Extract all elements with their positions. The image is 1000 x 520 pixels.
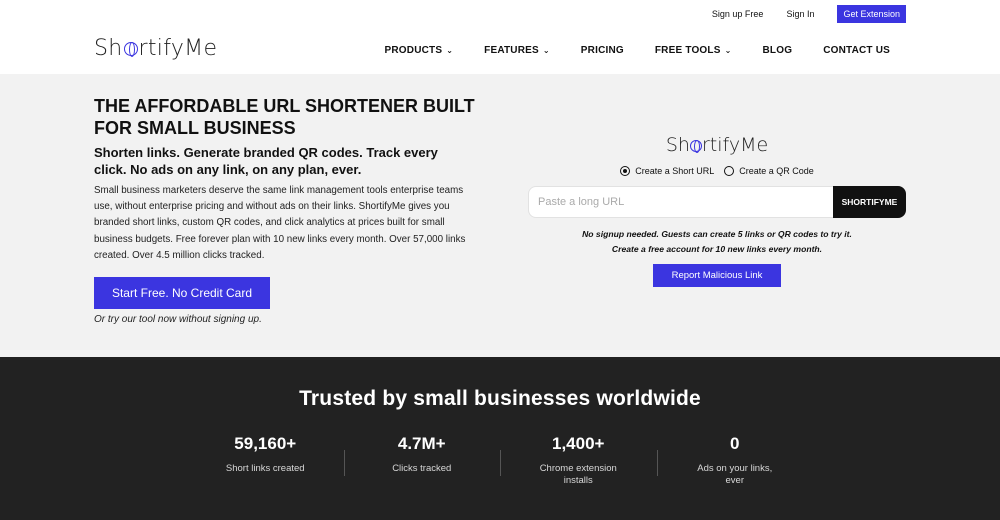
start-free-button[interactable]: Start Free. No Credit Card	[94, 277, 270, 309]
stat-item: 0 Ads on your links, ever	[656, 434, 814, 487]
radio-selected-icon	[620, 166, 631, 176]
nav-item-free-tools[interactable]: FREE TOOLS ⌄	[655, 45, 732, 56]
stat-item: 4.7M+ Clicks tracked	[343, 434, 501, 487]
stat-value: 0	[730, 434, 740, 453]
tool-logo: Sh rtifyMe	[528, 134, 906, 156]
nav-item-products[interactable]: PRODUCTS ⌄	[385, 45, 454, 56]
stat-label: Chrome extension installs	[539, 463, 617, 486]
site-header: Sh rtifyMe PRODUCTS ⌄ FEATURES ⌄ PRICING …	[0, 28, 1000, 74]
stat-label: Short links created	[225, 463, 305, 474]
stat-value: 4.7M+	[397, 434, 446, 453]
main-nav: PRODUCTS ⌄ FEATURES ⌄ PRICING FREE TOOLS…	[354, 45, 890, 56]
nav-item-pricing[interactable]: PRICING	[581, 45, 624, 56]
long-url-input[interactable]	[528, 186, 833, 218]
signup-link[interactable]: Sign up Free	[712, 9, 764, 19]
chevron-down-icon: ⌄	[542, 46, 550, 55]
chevron-down-icon: ⌄	[446, 46, 454, 55]
radio-qr-code[interactable]: Create a QR Code	[724, 166, 814, 176]
shortener-tool: Sh rtifyMe Create a Short URL Create a QR…	[528, 134, 906, 287]
trusted-section: Trusted by small businesses worldwide 59…	[0, 357, 1000, 520]
nav-item-blog[interactable]: BLOG	[763, 45, 793, 56]
url-form: SHORTIFYME	[528, 186, 906, 218]
chevron-down-icon: ⌄	[724, 46, 732, 55]
nav-item-features[interactable]: FEATURES ⌄	[484, 45, 550, 56]
radio-label: Create a Short URL	[635, 166, 715, 176]
report-malicious-link-button[interactable]: Report Malicious Link	[653, 264, 781, 287]
shortify-button[interactable]: SHORTIFYME	[833, 186, 906, 218]
trusted-title: Trusted by small businesses worldwide	[299, 387, 701, 410]
logo-text-start: Sh	[665, 134, 690, 156]
mode-radio-group: Create a Short URL Create a QR Code	[528, 166, 906, 176]
hero-title: THE AFFORDABLE URL SHORTENER BUILT FOR S…	[94, 96, 475, 138]
signin-link[interactable]: Sign In	[786, 9, 814, 19]
guest-note-line: No signup needed. Guests can create 5 li…	[582, 229, 852, 239]
nav-label: BLOG	[762, 45, 793, 56]
logo[interactable]: Sh rtifyMe	[94, 36, 217, 61]
logo-text-end: rtifyMe	[138, 36, 218, 61]
radio-label: Create a QR Code	[739, 166, 814, 176]
nav-label: PRODUCTS	[384, 45, 443, 56]
globe-icon	[689, 140, 702, 153]
stat-item: 59,160+ Short links created	[187, 434, 344, 487]
stat-value: 1,400+	[552, 434, 605, 453]
stat-label: Ads on your links, ever	[697, 463, 773, 486]
stat-label: Clicks tracked	[392, 463, 452, 474]
hero-section: THE AFFORDABLE URL SHORTENER BUILT FOR S…	[0, 74, 1000, 357]
hero-subtitle: Shorten links. Generate branded QR codes…	[94, 145, 438, 177]
hero-description: Small business marketers deserve the sam…	[94, 185, 466, 261]
nav-label: CONTACT US	[823, 45, 890, 56]
stats-row: 59,160+ Short links created 4.7M+ Clicks…	[187, 434, 813, 487]
logo-text-end: rtifyMe	[701, 134, 769, 156]
logo-text-start: Sh	[94, 36, 123, 61]
guest-note-line: Create a free account for 10 new links e…	[611, 244, 823, 254]
utility-bar: Sign up Free Sign In Get Extension	[712, 5, 906, 23]
guest-note: No signup needed. Guests can create 5 li…	[528, 227, 906, 257]
globe-icon	[123, 42, 138, 57]
stat-item: 1,400+ Chrome extension installs	[500, 434, 657, 487]
nav-label: FEATURES	[484, 45, 539, 56]
get-extension-button[interactable]: Get Extension	[837, 5, 906, 23]
stat-value: 59,160+	[234, 434, 297, 453]
nav-item-contact[interactable]: CONTACT US	[823, 45, 890, 56]
radio-unselected-icon	[724, 166, 735, 176]
try-tool-note: Or try our tool now without signing up.	[94, 314, 262, 325]
radio-short-url[interactable]: Create a Short URL	[620, 166, 714, 176]
nav-label: PRICING	[580, 45, 624, 56]
nav-label: FREE TOOLS	[654, 45, 721, 56]
